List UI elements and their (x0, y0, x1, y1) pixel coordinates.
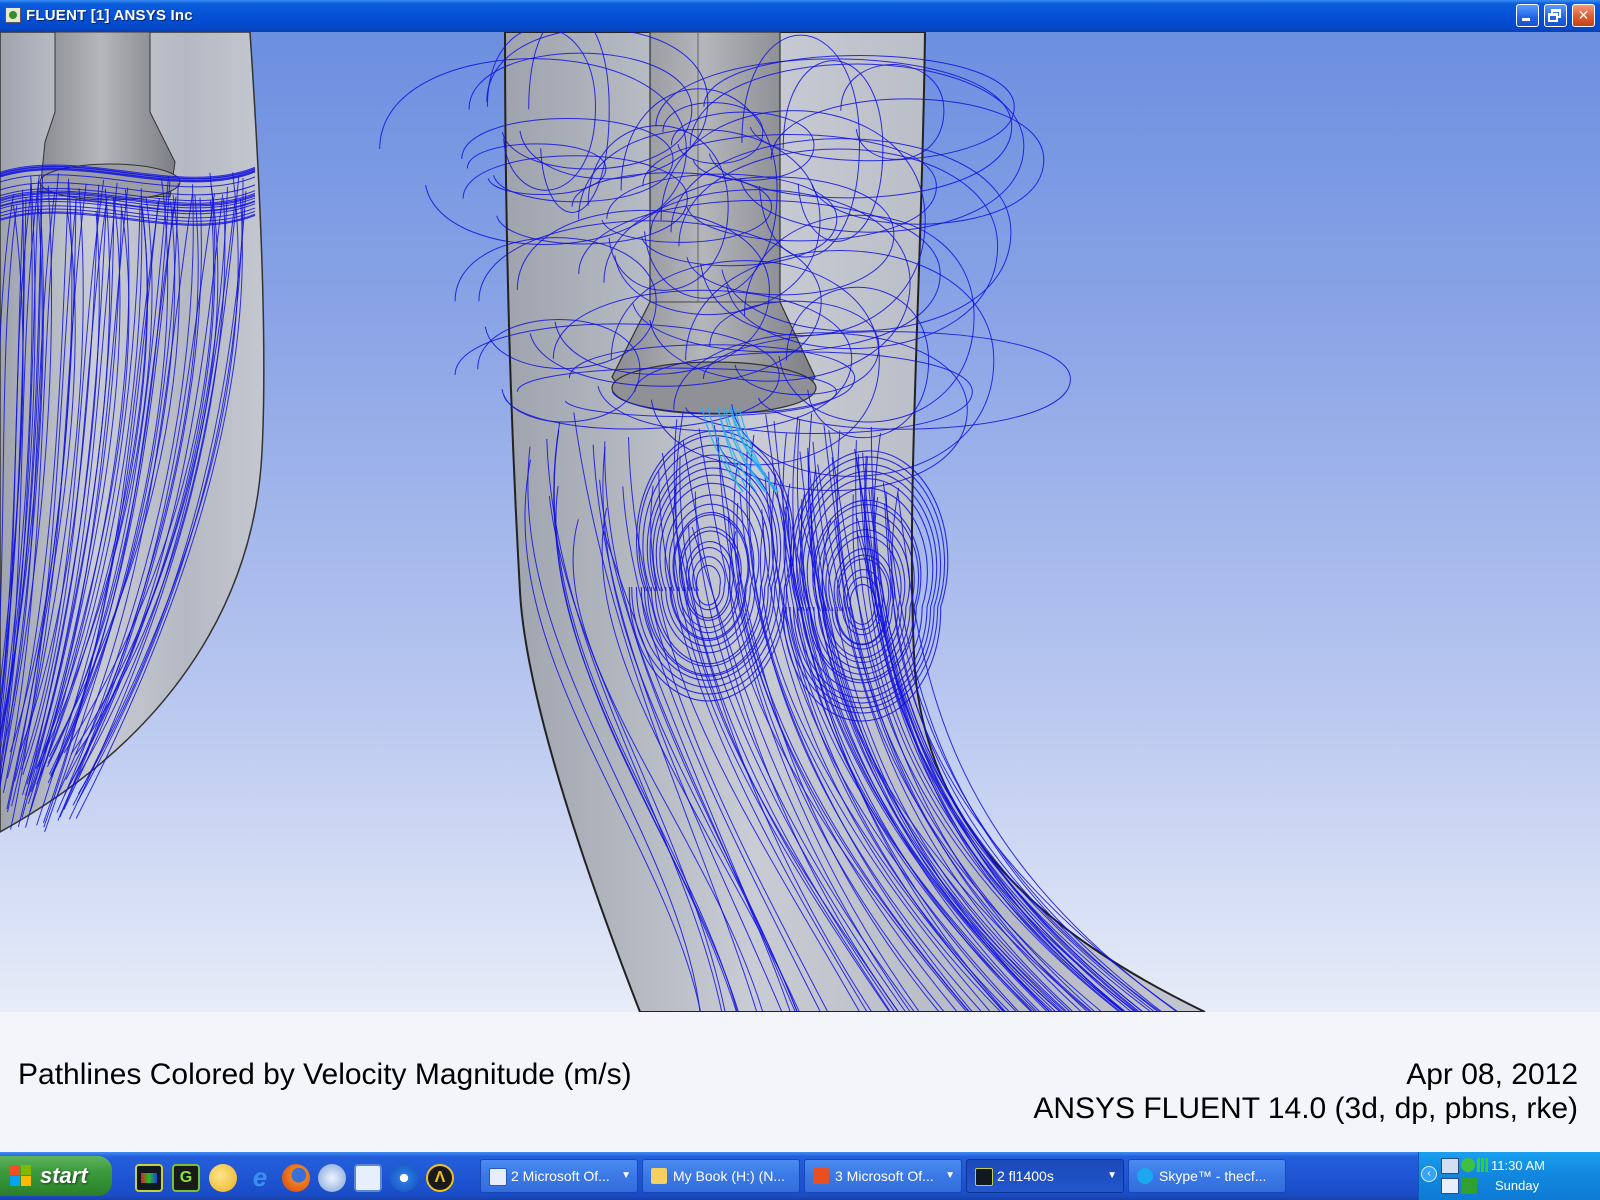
start-button[interactable]: start (0, 1156, 112, 1196)
graphics-viewport[interactable] (0, 32, 1600, 1012)
window-title: FLUENT [1] ANSYS Inc (26, 7, 193, 24)
taskbar: start G e Λ 2 Microsoft Of... ▼ My Book … (0, 1152, 1600, 1200)
close-button[interactable]: ✕ (1572, 4, 1595, 27)
task-fluent[interactable]: 2 fl1400s ▼ (966, 1159, 1124, 1193)
task-label: 3 Microsoft Of... (835, 1168, 934, 1184)
windows-logo-icon (10, 1165, 32, 1187)
fluent-icon[interactable] (135, 1164, 163, 1192)
internet-explorer-icon[interactable]: e (246, 1164, 274, 1192)
fluent-icon (975, 1168, 993, 1186)
folder-icon (651, 1168, 667, 1184)
task-office[interactable]: 3 Microsoft Of... ▼ (804, 1159, 962, 1193)
chevron-down-icon: ▼ (1107, 1170, 1117, 1181)
plot-title: Pathlines Colored by Velocity Magnitude … (18, 1058, 632, 1091)
start-label: start (40, 1163, 88, 1188)
security-check-icon[interactable] (1461, 1158, 1475, 1172)
solver-version: ANSYS FLUENT 14.0 (3d, dp, pbns, rke) (1033, 1092, 1578, 1125)
office-icon (813, 1168, 829, 1184)
task-label: 2 fl1400s (997, 1168, 1054, 1184)
mail-icon[interactable] (318, 1164, 346, 1192)
task-my-book[interactable]: My Book (H:) (N... (642, 1159, 800, 1193)
chevron-down-icon: ▼ (945, 1170, 955, 1181)
restore-button[interactable] (1544, 4, 1567, 27)
plot-date: Apr 08, 2012 (1406, 1058, 1578, 1091)
minimize-button[interactable] (1516, 4, 1539, 27)
task-word[interactable]: 2 Microsoft Of... ▼ (480, 1159, 638, 1193)
task-label: My Book (H:) (N... (673, 1168, 786, 1184)
signal-strength-icon[interactable] (1477, 1158, 1491, 1172)
document-icon[interactable] (354, 1164, 382, 1192)
plot-caption-area: Pathlines Colored by Velocity Magnitude … (0, 1012, 1600, 1152)
media-player-icon[interactable] (390, 1164, 418, 1192)
gambit-icon[interactable]: G (172, 1164, 200, 1192)
acrobat-icon[interactable]: Λ (426, 1164, 454, 1192)
clock-time[interactable]: 11:30 AM (1491, 1158, 1545, 1173)
chevron-down-icon: ▼ (621, 1170, 631, 1181)
folder-icon[interactable] (209, 1164, 237, 1192)
network-icon[interactable] (1441, 1158, 1459, 1174)
system-tray: ‹ 11:30 AM Sunday (1418, 1152, 1600, 1200)
task-label: Skype™ - thecf... (1159, 1168, 1267, 1184)
monitor-icon[interactable] (1441, 1178, 1459, 1194)
firefox-icon[interactable] (282, 1164, 310, 1192)
skype-icon (1137, 1168, 1153, 1184)
clock-day: Sunday (1495, 1178, 1540, 1193)
show-hidden-icons-button[interactable]: ‹ (1421, 1166, 1437, 1182)
pathline-scene (0, 32, 1206, 1012)
task-skype[interactable]: Skype™ - thecf... (1128, 1159, 1286, 1193)
minimize-icon (1522, 18, 1530, 21)
fluent-app-icon[interactable] (5, 7, 21, 23)
task-label: 2 Microsoft Of... (511, 1168, 610, 1184)
my-pc-icon[interactable] (1461, 1178, 1477, 1194)
close-icon: ✕ (1577, 7, 1590, 23)
window-title-bar[interactable]: FLUENT [1] ANSYS Inc ✕ (0, 0, 1600, 32)
word-icon (489, 1168, 507, 1186)
